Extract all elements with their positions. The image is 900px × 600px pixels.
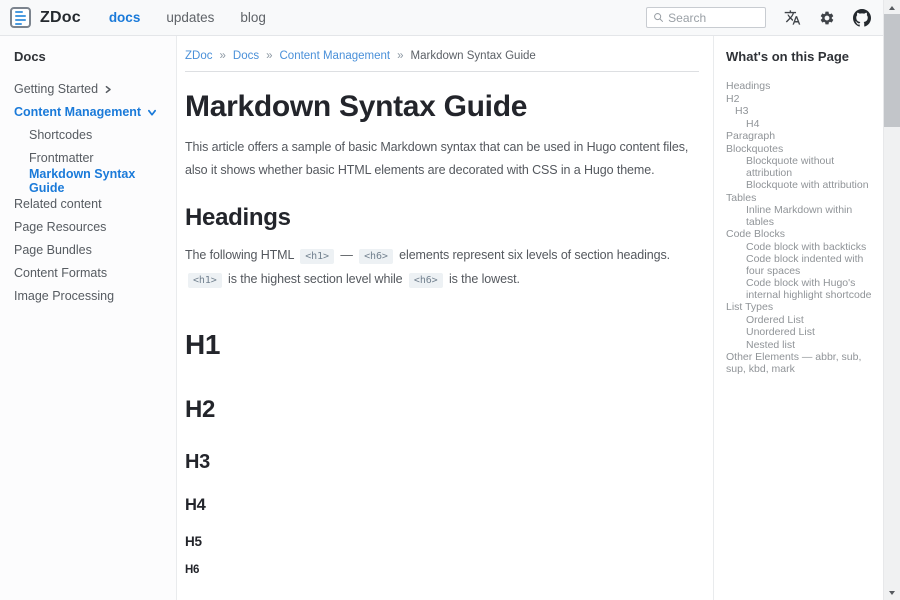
nav-link-blog[interactable]: blog	[240, 10, 266, 25]
nav-link-updates[interactable]: updates	[166, 10, 214, 25]
translate-button[interactable]	[784, 9, 801, 26]
toc-item-headings[interactable]: Headings	[726, 81, 877, 93]
breadcrumb-separator: »	[219, 50, 225, 62]
sample-heading-h3: H3	[185, 450, 699, 474]
toc-item-other-elements-abbr-sub-sup-kbd-mark[interactable]: Other Elements — abbr, sub, sup, kbd, ma…	[726, 352, 877, 375]
sidebar-item-content-formats[interactable]: Content Formats	[14, 261, 170, 284]
sample-heading-h6: H6	[185, 564, 699, 578]
toc-item-blockquote-without-attribution[interactable]: Blockquote without attribution	[726, 156, 877, 179]
sidebar-item-label: Getting Started	[14, 82, 98, 96]
sample-headings: H1 H2 H3 H4 H5 H6	[185, 328, 699, 578]
sidebar-item-label: Image Processing	[14, 289, 114, 303]
sidebar-item-label: Markdown Syntax Guide	[29, 167, 170, 195]
breadcrumb-link-zdoc[interactable]: ZDoc	[185, 50, 212, 62]
headings-paragraph: The following HTML <h1> — <h6> elements …	[185, 244, 699, 292]
main-content: ZDoc » Docs » Content Management » Markdown Sy…	[177, 36, 713, 600]
sidebar-item-label: Page Resources	[14, 220, 106, 234]
breadcrumb: ZDoc » Docs » Content Management » Markdown Sy…	[185, 50, 699, 62]
nav-link-docs[interactable]: docs	[109, 10, 141, 25]
sidebar-item-markdown-syntax-guide[interactable]: Markdown Syntax Guide	[14, 169, 170, 192]
sidebar-item-content-management[interactable]: Content Management	[14, 100, 170, 123]
sidebar-item-label: Shortcodes	[29, 128, 92, 142]
sidebar-item-label: Page Bundles	[14, 243, 92, 257]
sidebar-item-shortcodes[interactable]: Shortcodes	[14, 123, 170, 146]
toc-item-code-block-indented-with-four-spaces[interactable]: Code block indented with four spaces	[726, 254, 877, 277]
toc-item-list-types[interactable]: List Types	[726, 302, 877, 314]
article-intro: This article offers a sample of basic Ma…	[185, 136, 699, 182]
sidebar-item-label: Related content	[14, 197, 102, 211]
settings-button[interactable]	[819, 10, 835, 26]
github-button[interactable]	[853, 9, 871, 27]
navbar: ZDoc docs updates blog	[0, 0, 883, 36]
search-icon	[653, 11, 664, 24]
toc-item-h3[interactable]: H3	[726, 106, 877, 118]
sidebar-item-page-resources[interactable]: Page Resources	[14, 215, 170, 238]
sample-heading-h4: H4	[185, 496, 699, 516]
breadcrumb-separator: »	[266, 50, 272, 62]
page-layout: Docs Getting Started Content Management Sh…	[0, 36, 883, 600]
toc-item-tables[interactable]: Tables	[726, 193, 877, 205]
scroll-up-icon	[889, 6, 895, 10]
translate-icon	[784, 9, 801, 26]
breadcrumb-current: Markdown Syntax Guide	[411, 50, 536, 62]
gear-icon	[819, 10, 835, 26]
sample-heading-h2: H2	[185, 396, 699, 425]
scroll-down-icon	[889, 591, 895, 595]
chevron-right-icon	[104, 85, 112, 94]
toc-item-code-block-with-backticks[interactable]: Code block with backticks	[726, 242, 877, 254]
brand-title[interactable]: ZDoc	[40, 9, 81, 27]
breadcrumb-separator: »	[397, 50, 403, 62]
toc-item-inline-markdown-within-tables[interactable]: Inline Markdown within tables	[726, 205, 877, 228]
sidebar-item-related-content[interactable]: Related content	[14, 192, 170, 215]
toc-item-code-blocks[interactable]: Code Blocks	[726, 229, 877, 241]
navbar-links: docs updates blog	[109, 10, 266, 25]
page-scrollbar[interactable]	[883, 0, 900, 600]
sidebar-item-label: Content Management	[14, 105, 141, 119]
toc-item-unordered-list[interactable]: Unordered List	[726, 327, 877, 339]
sample-heading-h1: H1	[185, 328, 699, 362]
toc-item-blockquotes[interactable]: Blockquotes	[726, 144, 877, 156]
sample-heading-h5: H5	[185, 534, 699, 550]
zdoc-logo-icon[interactable]	[10, 7, 31, 28]
sidebar-item-label: Content Formats	[14, 266, 107, 280]
search-box[interactable]	[646, 7, 766, 28]
chevron-down-icon	[147, 108, 157, 117]
toc-item-blockquote-with-attribution[interactable]: Blockquote with attribution	[726, 180, 877, 192]
scrollbar-thumb[interactable]	[884, 14, 900, 127]
navbar-right	[646, 7, 871, 28]
inline-code: <h6>	[409, 273, 443, 288]
inline-code: <h1>	[188, 273, 222, 288]
toc-item-h4[interactable]: H4	[726, 119, 877, 131]
toc-sidebar: What's on this Page HeadingsH2H3H4Paragr…	[713, 36, 883, 600]
sidebar-nav: Getting Started Content Management Shortco…	[14, 77, 170, 307]
sidebar-item-page-bundles[interactable]: Page Bundles	[14, 238, 170, 261]
toc-title: What's on this Page	[726, 49, 877, 64]
scroll-up-button[interactable]	[884, 0, 900, 15]
toc-item-nested-list[interactable]: Nested list	[726, 340, 877, 352]
sidebar-item-getting-started[interactable]: Getting Started	[14, 77, 170, 100]
toc-list: HeadingsH2H3H4ParagraphBlockquotesBlockq…	[726, 81, 877, 375]
scroll-down-button[interactable]	[884, 585, 900, 600]
inline-code: <h6>	[359, 249, 393, 264]
toc-item-h2[interactable]: H2	[726, 94, 877, 106]
page-title: Markdown Syntax Guide	[185, 90, 699, 124]
breadcrumb-link-docs[interactable]: Docs	[233, 50, 259, 62]
toc-item-ordered-list[interactable]: Ordered List	[726, 315, 877, 327]
inline-code: <h1>	[300, 249, 334, 264]
sidebar-item-label: Frontmatter	[29, 151, 94, 165]
toc-item-paragraph[interactable]: Paragraph	[726, 131, 877, 143]
left-sidebar: Docs Getting Started Content Management Sh…	[0, 36, 177, 600]
sidebar-item-image-processing[interactable]: Image Processing	[14, 284, 170, 307]
breadcrumb-divider	[185, 71, 699, 72]
breadcrumb-link-content-management[interactable]: Content Management	[280, 50, 391, 62]
search-input[interactable]	[668, 11, 759, 25]
toc-item-code-block-with-hugo-s-internal-highligh[interactable]: Code block with Hugo's internal highligh…	[726, 278, 877, 301]
sidebar-title: Docs	[14, 49, 170, 64]
github-icon	[853, 9, 871, 27]
section-heading: Headings	[185, 204, 699, 232]
